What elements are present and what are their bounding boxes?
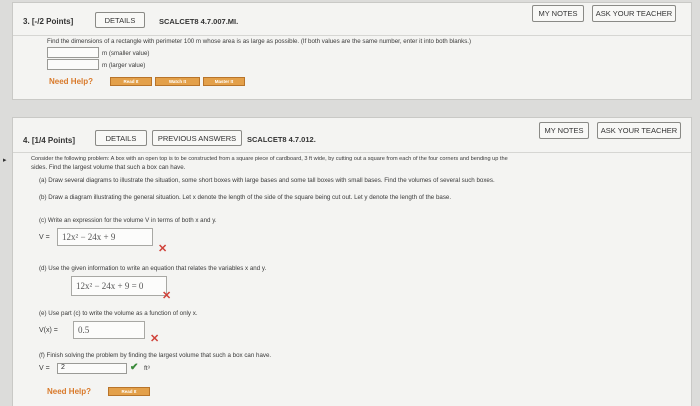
part-d-answer-input[interactable]: 12x² − 24x + 9 = 0 xyxy=(71,276,167,296)
need-help-label: Need Help? xyxy=(49,77,94,86)
x-mark-icon: ✕ xyxy=(162,290,172,302)
part-d-text: (d) Use the given information to write a… xyxy=(39,265,267,272)
current-question-arrow-icon: ▸ xyxy=(3,157,7,164)
question-code: SCALCET8 4.7.012. xyxy=(247,135,316,144)
watch-it-button[interactable]: Watch It xyxy=(155,77,200,86)
check-mark-icon: ✔ xyxy=(130,362,139,373)
part-f-prefix: V = xyxy=(39,365,50,372)
ask-your-teacher-button[interactable]: ASK YOUR TEACHER xyxy=(592,5,676,22)
details-button[interactable]: DETAILS xyxy=(95,130,147,146)
part-f-answer-value: 2 xyxy=(61,364,65,371)
question-4-header: 4. [1/4 Points] DETAILS PREVIOUS ANSWERS… xyxy=(13,118,691,153)
need-help-label: Need Help? xyxy=(47,387,92,396)
question-number: 3. [-/2 Points] xyxy=(23,17,74,26)
question-3-card: 3. [-/2 Points] DETAILS SCALCET8 4.7.007… xyxy=(12,2,692,100)
read-it-button[interactable]: Read It xyxy=(108,387,150,396)
part-b-text: (b) Draw a diagram illustrating the gene… xyxy=(39,194,452,201)
part-d-answer-value: 12x² − 24x + 9 = 0 xyxy=(76,281,144,291)
part-c-text: (c) Write an expression for the volume V… xyxy=(39,217,217,224)
my-notes-button[interactable]: MY NOTES xyxy=(532,5,584,22)
part-e-answer-value: 0.5 xyxy=(78,325,90,335)
part-f-answer-input[interactable]: 2 xyxy=(57,363,127,374)
x-mark-icon: ✕ xyxy=(150,333,160,345)
question-code: SCALCET8 4.7.007.MI. xyxy=(159,17,239,26)
part-f-text: (f) Finish solving the problem by findin… xyxy=(39,352,272,359)
question-prompt: Find the dimensions of a rectangle with … xyxy=(47,38,472,45)
blank-label-smaller: m (smaller value) xyxy=(102,50,150,57)
details-button[interactable]: DETAILS xyxy=(95,12,145,28)
blank-label-larger: m (larger value) xyxy=(102,62,146,69)
read-it-button[interactable]: Read It xyxy=(110,77,152,86)
answer-blank-larger[interactable] xyxy=(47,59,99,70)
master-it-button[interactable]: Master It xyxy=(203,77,245,86)
part-a-text: (a) Draw several diagrams to illustrate … xyxy=(39,177,495,184)
part-f-unit: ft³ xyxy=(144,365,150,372)
question-4-card: ▸ 4. [1/4 Points] DETAILS PREVIOUS ANSWE… xyxy=(3,117,692,406)
part-e-prefix: V(x) = xyxy=(39,327,58,334)
question-number: 4. [1/4 Points] xyxy=(23,136,76,145)
question-prompt-line-2: sides. Find the largest volume that such… xyxy=(31,164,186,171)
question-3-header: 3. [-/2 Points] DETAILS SCALCET8 4.7.007… xyxy=(13,3,691,36)
part-c-prefix: V = xyxy=(39,234,50,241)
previous-answers-button[interactable]: PREVIOUS ANSWERS xyxy=(152,130,242,146)
answer-blank-smaller[interactable] xyxy=(47,47,99,58)
part-c-answer-value: 12x² − 24x + 9 xyxy=(62,232,116,242)
my-notes-button[interactable]: MY NOTES xyxy=(539,122,589,139)
question-prompt-line-1: Consider the following problem: A box wi… xyxy=(31,156,508,162)
part-e-answer-input[interactable]: 0.5 xyxy=(73,321,145,339)
part-e-text: (e) Use part (c) to write the volume as … xyxy=(39,310,198,317)
part-c-answer-input[interactable]: 12x² − 24x + 9 xyxy=(57,228,153,246)
x-mark-icon: ✕ xyxy=(158,243,168,255)
ask-your-teacher-button[interactable]: ASK YOUR TEACHER xyxy=(597,122,681,139)
